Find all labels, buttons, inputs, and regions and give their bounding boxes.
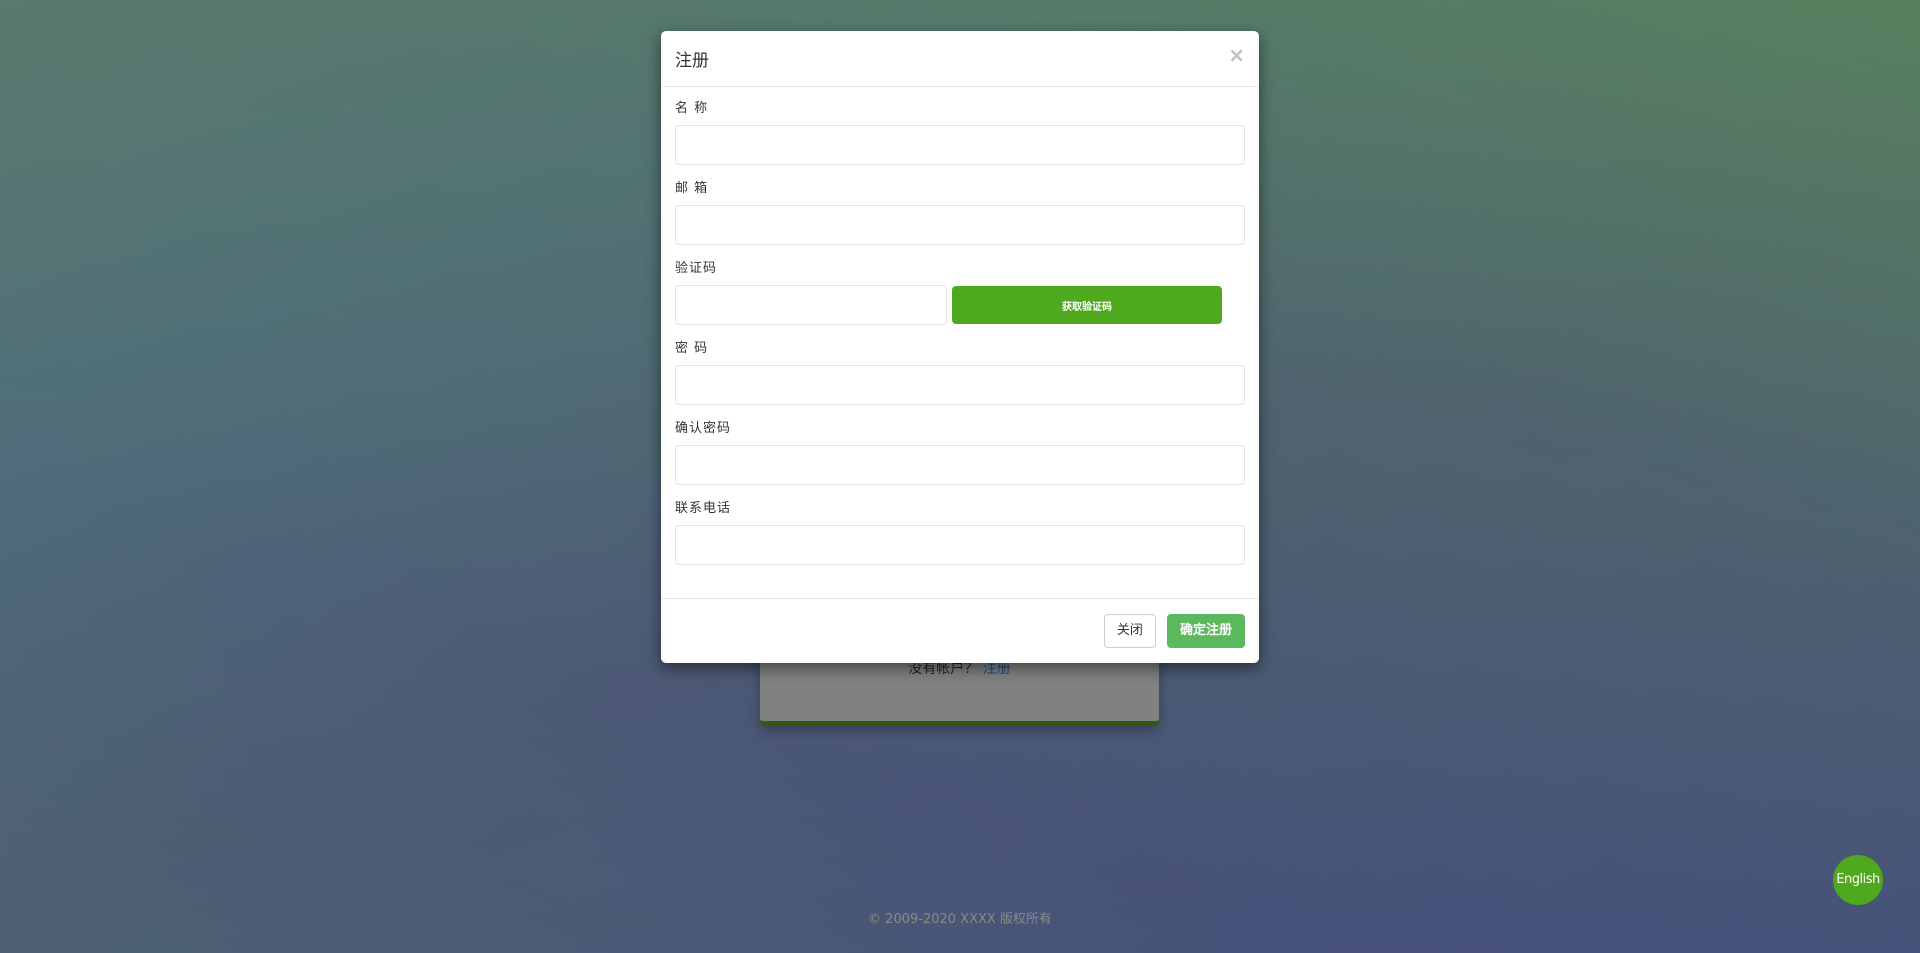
email-label: 邮 箱 [675, 181, 709, 196]
code-label: 验证码 [675, 261, 718, 276]
name-input[interactable] [675, 125, 1245, 165]
password-label: 密 码 [675, 341, 709, 356]
confirm-register-button[interactable]: 确定注册 [1166, 614, 1245, 648]
modal-body: 名 称 邮 箱 验证码 获取验证码 密 码 确认密码 联系电话 [661, 87, 1259, 565]
language-toggle-button[interactable]: English [1833, 855, 1883, 905]
phone-input[interactable] [675, 525, 1245, 565]
modal-header: 注册 × [661, 31, 1259, 87]
password-input[interactable] [675, 365, 1245, 405]
confirm-password-label: 确认密码 [675, 421, 732, 436]
confirm-password-input[interactable] [675, 445, 1245, 485]
copyright: © 2009-2020 XXXX 版权所有 [868, 912, 1052, 927]
get-code-button[interactable]: 获取验证码 [952, 286, 1222, 324]
register-modal: 注册 × 名 称 邮 箱 验证码 获取验证码 密 码 确认密码 联系电话 关闭 … [661, 31, 1259, 663]
close-icon[interactable]: × [1228, 43, 1245, 67]
modal-title: 注册 [675, 51, 709, 71]
phone-label: 联系电话 [675, 501, 732, 516]
close-button[interactable]: 关闭 [1103, 614, 1156, 648]
code-input[interactable] [675, 285, 947, 325]
name-label: 名 称 [675, 101, 709, 116]
modal-footer: 关闭 确定注册 [661, 598, 1259, 663]
email-input[interactable] [675, 205, 1245, 245]
register-link[interactable]: 注册 [983, 661, 1011, 677]
